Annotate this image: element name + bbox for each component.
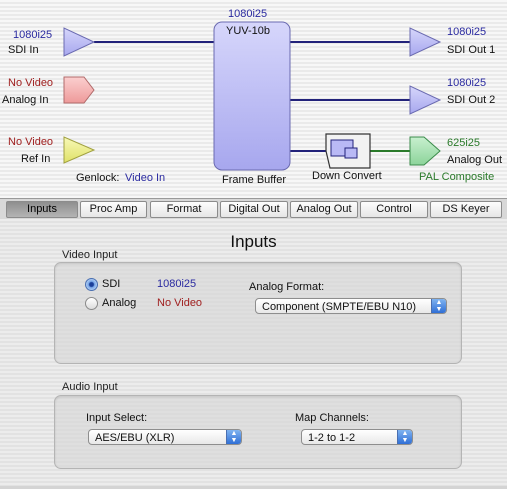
genlock-value: Video In <box>125 172 166 184</box>
ref-in-label: Ref In <box>21 153 51 165</box>
popup-arrows-icon: ▲ ▼ <box>431 299 446 313</box>
sdi-out1-label: SDI Out 1 <box>447 44 496 56</box>
analog-in-label: Analog In <box>2 94 49 106</box>
frame-buffer-block[interactable] <box>213 21 291 171</box>
frame-buffer-format: 1080i25 <box>228 8 268 20</box>
analog-radio-label[interactable]: Analog <box>102 297 136 310</box>
down-convert-icon[interactable] <box>325 133 371 169</box>
tab-format[interactable]: Format <box>150 201 218 218</box>
analog-format-select[interactable]: Component (SMPTE/EBU N10) ▲ ▼ <box>255 298 447 314</box>
analog-in-status: No Video <box>8 77 54 89</box>
tab-digital-out[interactable]: Digital Out <box>220 201 288 218</box>
analog-format-value: Component (SMPTE/EBU N10) <box>262 301 417 313</box>
analog-in-icon[interactable] <box>63 76 95 104</box>
sdi-out1-format: 1080i25 <box>447 26 487 38</box>
ref-in-icon[interactable] <box>63 136 96 164</box>
analog-format-label: Analog Format: <box>249 281 325 293</box>
popup-arrows-icon: ▲ ▼ <box>397 430 412 444</box>
sdi-out2-icon[interactable] <box>409 85 442 115</box>
popup-arrows-icon: ▲ ▼ <box>226 430 241 444</box>
input-select-dropdown[interactable]: AES/EBU (XLR) ▲ ▼ <box>88 429 242 445</box>
map-channels-value: 1-2 to 1-2 <box>308 432 356 444</box>
input-select-value: AES/EBU (XLR) <box>95 432 175 444</box>
audio-input-section-label: Audio Input <box>62 381 118 393</box>
sdi-input-format: 1080i25 <box>157 278 197 290</box>
tab-control[interactable]: Control <box>360 201 428 218</box>
tab-inputs[interactable]: Inputs <box>6 201 78 218</box>
sdi-in-icon[interactable] <box>63 27 96 57</box>
down-convert-label: Down Convert <box>312 170 382 182</box>
sdi-in-label: SDI In <box>8 44 39 56</box>
signal-flow-panel: 1080i25 SDI In No Video Analog In No Vid… <box>0 0 507 198</box>
analog-out-format: 625i25 <box>447 137 481 149</box>
sdi-radio-label[interactable]: SDI <box>102 278 120 291</box>
sdi-in-format: 1080i25 <box>13 29 53 41</box>
analog-radio[interactable] <box>85 297 98 310</box>
tab-proc-amp[interactable]: Proc Amp <box>80 201 147 218</box>
map-channels-label: Map Channels: <box>295 412 369 424</box>
analog-input-status: No Video <box>157 297 203 309</box>
frame-buffer-label: Frame Buffer <box>222 174 286 186</box>
analog-out-icon[interactable] <box>409 136 441 166</box>
frame-buffer-color: YUV-10b <box>226 25 271 37</box>
sdi-radio[interactable] <box>85 278 98 291</box>
sdi-out2-format: 1080i25 <box>447 77 487 89</box>
ref-in-status: No Video <box>8 136 54 148</box>
analog-out-label: Analog Out <box>447 154 503 166</box>
tab-bar: Inputs Proc Amp Format Digital Out Analo… <box>0 198 507 221</box>
genlock-label: Genlock: <box>76 172 120 184</box>
sdi-out2-label: SDI Out 2 <box>447 94 496 106</box>
tab-ds-keyer[interactable]: DS Keyer <box>430 201 502 218</box>
sdi-out1-icon[interactable] <box>409 27 442 57</box>
analog-out-type: PAL Composite <box>419 171 495 183</box>
video-input-section-label: Video Input <box>62 249 118 261</box>
map-channels-dropdown[interactable]: 1-2 to 1-2 ▲ ▼ <box>301 429 413 445</box>
input-select-label: Input Select: <box>86 412 148 424</box>
tab-analog-out[interactable]: Analog Out <box>290 201 358 218</box>
